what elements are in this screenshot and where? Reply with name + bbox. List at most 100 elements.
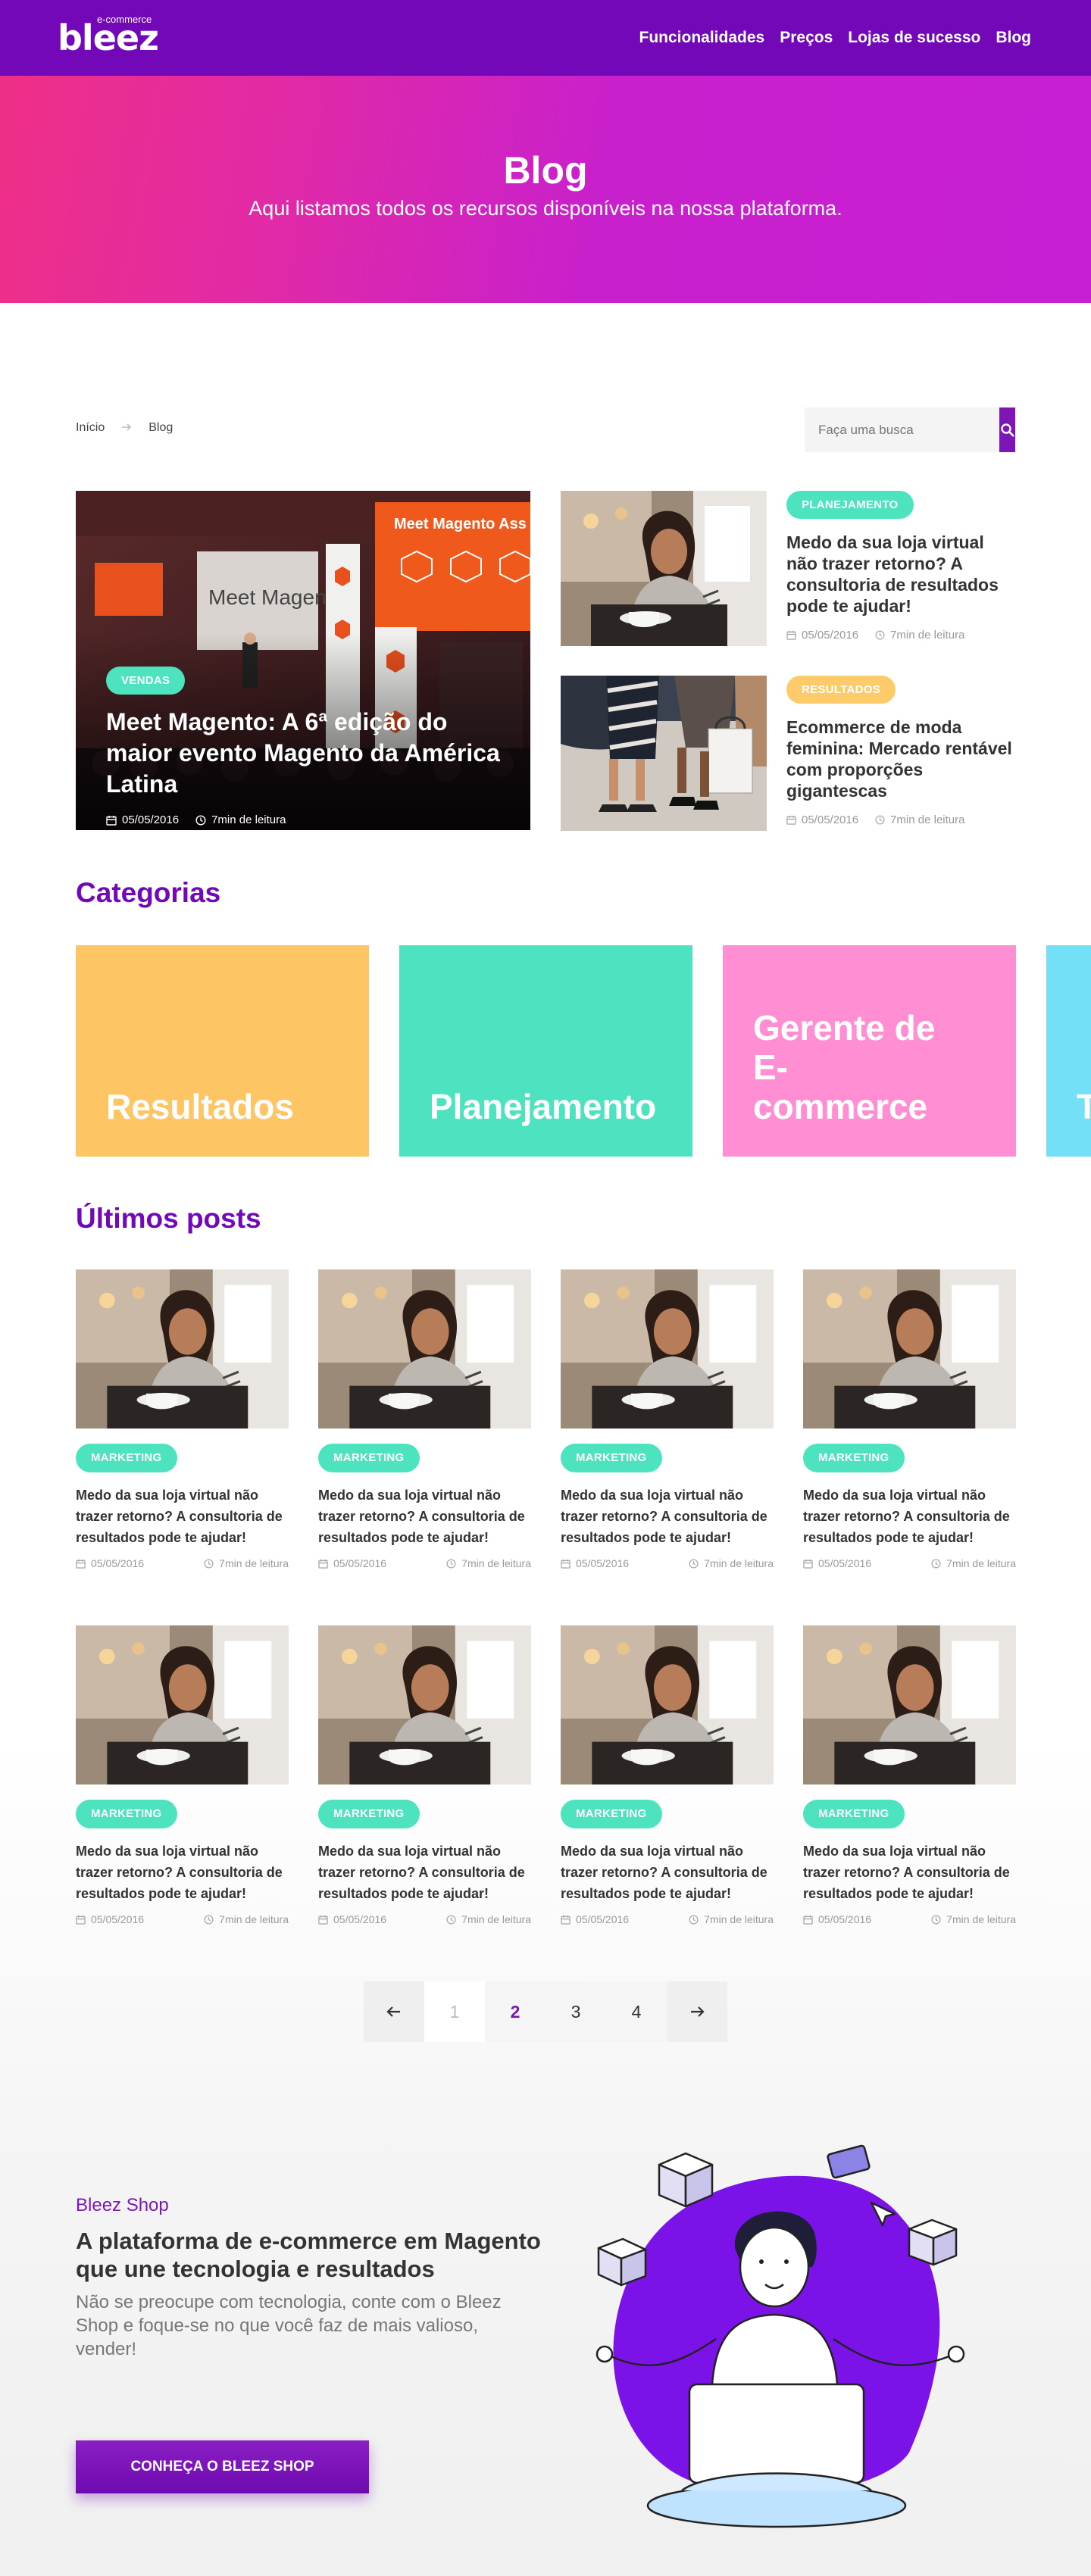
post-title[interactable]: Medo da sua loja virtual não trazer reto… <box>318 1841 531 1904</box>
post-date: 05/05/2016 <box>576 1913 630 1925</box>
category-card-resultados[interactable]: Resultados <box>76 945 369 1157</box>
calendar-icon <box>786 815 796 825</box>
calendar-icon <box>803 1559 813 1569</box>
read-time: 7min de leitura <box>946 1557 1016 1569</box>
post-date: 05/05/2016 <box>333 1557 387 1569</box>
featured-post-main[interactable]: Meet Magento Meet Magento Ass VENDAS Mee… <box>76 491 530 830</box>
featured-post-side[interactable]: PLANEJAMENTO Medo da sua loja virtual nã… <box>561 491 1015 646</box>
post-thumbnail[interactable] <box>76 1625 289 1784</box>
post-thumbnail[interactable] <box>561 1269 774 1429</box>
post-card[interactable]: MARKETING Medo da sua loja virtual não tr… <box>318 1269 531 1569</box>
post-thumbnail[interactable] <box>76 1269 289 1429</box>
calendar-icon <box>561 1915 571 1925</box>
post-title[interactable]: Medo da sua loja virtual não trazer reto… <box>76 1841 289 1904</box>
featured-post-side[interactable]: RESULTADOS Ecommerce de moda feminina: M… <box>561 676 1015 831</box>
category-badge[interactable]: MARKETING <box>803 1444 905 1472</box>
screen-text: Meet Magento <box>208 585 344 609</box>
post-title[interactable]: Medo da sua loja virtual não trazer reto… <box>561 1841 774 1904</box>
category-card-planejamento[interactable]: Planejamento <box>399 945 692 1157</box>
post-meta: 05/05/2016 7min de leitura <box>76 1557 289 1569</box>
woman-laptop-photo <box>561 491 767 646</box>
page-3-button[interactable]: 3 <box>546 1981 606 2042</box>
prev-page-button[interactable] <box>364 1981 424 2042</box>
category-badge[interactable]: MARKETING <box>561 1444 662 1472</box>
category-badge[interactable]: MARKETING <box>318 1800 420 1828</box>
category-badge[interactable]: PLANEJAMENTO <box>786 491 914 519</box>
calendar-icon <box>76 1915 86 1925</box>
post-title[interactable]: Medo da sua loja virtual não trazer reto… <box>803 1485 1016 1548</box>
featured-main-title[interactable]: Meet Magento: A 6ª edição do maior event… <box>106 707 500 800</box>
category-card-gerente-ecommerce[interactable]: Gerente de E-commerce <box>723 945 1016 1157</box>
nav-blog[interactable]: Blog <box>996 29 1031 47</box>
post-title[interactable]: Medo da sua loja virtual não trazer reto… <box>76 1485 289 1548</box>
calendar-icon <box>786 630 796 640</box>
read-time: 7min de leitura <box>219 1913 289 1925</box>
post-card[interactable]: MARKETING Medo da sua loja virtual não tr… <box>76 1269 289 1569</box>
svg-text:Meet Magento Ass: Meet Magento Ass <box>394 516 527 532</box>
post-thumbnail[interactable] <box>803 1625 1016 1784</box>
post-date: 05/05/2016 <box>802 813 859 826</box>
post-card[interactable]: MARKETING Medo da sua loja virtual não tr… <box>803 1269 1016 1569</box>
clock-icon <box>446 1558 456 1569</box>
logo-tagline: e-commerce <box>97 14 152 25</box>
woman-laptop-photo <box>318 1269 531 1429</box>
woman-laptop-photo <box>803 1625 1016 1784</box>
post-thumbnail[interactable] <box>318 1269 531 1429</box>
post-card[interactable]: MARKETING Medo da sua loja virtual não tr… <box>318 1625 531 1925</box>
category-badge[interactable]: MARKETING <box>76 1800 177 1828</box>
nav-funcionalidades[interactable]: Funcionalidades <box>639 29 765 47</box>
nav-lojas-de-sucesso[interactable]: Lojas de sucesso <box>848 29 980 47</box>
post-card[interactable]: MARKETING Medo da sua loja virtual não tr… <box>803 1625 1016 1925</box>
bleez-logo[interactable]: e-commerce bleez <box>58 14 159 55</box>
post-thumbnail[interactable] <box>561 1625 774 1784</box>
page-2-button[interactable]: 2 <box>485 1981 546 2042</box>
read-time: 7min de leitura <box>219 1557 289 1569</box>
clock-icon <box>446 1914 456 1925</box>
read-time: 7min de leitura <box>461 1913 531 1925</box>
post-thumbnail[interactable] <box>561 491 767 646</box>
read-time: 7min de leitura <box>890 813 965 826</box>
pagination: 1 2 3 4 <box>364 1981 727 2042</box>
page-4-button[interactable]: 4 <box>606 1981 667 2042</box>
breadcrumb-home[interactable]: Início <box>76 421 105 435</box>
post-card[interactable]: MARKETING Medo da sua loja virtual não tr… <box>76 1625 289 1925</box>
read-time: 7min de leitura <box>704 1557 774 1569</box>
main-nav: Funcionalidades Preços Lojas de sucesso … <box>639 29 1031 47</box>
post-thumbnail[interactable] <box>561 676 767 831</box>
category-badge[interactable]: MARKETING <box>561 1800 662 1828</box>
search-input[interactable] <box>805 407 999 452</box>
categories-title: Categorias <box>76 877 221 908</box>
side-post-title[interactable]: Medo da sua loja virtual não trazer reto… <box>786 532 1015 617</box>
post-title[interactable]: Medo da sua loja virtual não trazer reto… <box>803 1841 1016 1904</box>
post-title[interactable]: Medo da sua loja virtual não trazer reto… <box>318 1485 531 1548</box>
clock-icon <box>875 815 885 825</box>
post-meta: 05/05/2016 7min de leitura <box>318 1913 531 1925</box>
clock-icon <box>875 630 885 640</box>
side-post-title[interactable]: Ecommerce de moda feminina: Mercado rent… <box>786 717 1015 801</box>
page-1-button[interactable]: 1 <box>424 1981 485 2042</box>
next-page-button[interactable] <box>667 1981 727 2042</box>
woman-laptop-photo <box>76 1269 289 1429</box>
category-badge[interactable]: VENDAS <box>106 667 186 695</box>
side-post-text: PLANEJAMENTO Medo da sua loja virtual nã… <box>786 491 1015 642</box>
promo-kicker: Bleez Shop <box>76 2195 169 2215</box>
fashion-shoes-photo <box>561 676 767 831</box>
category-badge[interactable]: MARKETING <box>76 1444 177 1472</box>
category-badge[interactable]: RESULTADOS <box>786 676 896 704</box>
post-meta: 05/05/2016 7min de leitura <box>803 1557 1016 1569</box>
page: { "header":{"logo":"bleez","logo_tag":"e… <box>0 0 1091 2576</box>
cta-button[interactable]: CONHEÇA O BLEEZ SHOP <box>76 2440 369 2493</box>
post-title[interactable]: Medo da sua loja virtual não trazer reto… <box>561 1485 774 1548</box>
post-thumbnail[interactable] <box>803 1269 1016 1429</box>
category-badge[interactable]: MARKETING <box>318 1444 420 1472</box>
category-badge[interactable]: MARKETING <box>803 1800 905 1828</box>
post-card[interactable]: MARKETING Medo da sua loja virtual não tr… <box>561 1269 774 1569</box>
read-time: 7min de leitura <box>890 629 965 642</box>
post-thumbnail[interactable] <box>318 1625 531 1784</box>
search-button[interactable] <box>999 407 1015 452</box>
category-card-partial[interactable]: T <box>1046 945 1091 1157</box>
arrow-right-icon <box>121 421 132 435</box>
post-card[interactable]: MARKETING Medo da sua loja virtual não tr… <box>561 1625 774 1925</box>
post-meta: 05/05/2016 7min de leitura <box>106 813 500 826</box>
nav-precos[interactable]: Preços <box>780 29 833 47</box>
